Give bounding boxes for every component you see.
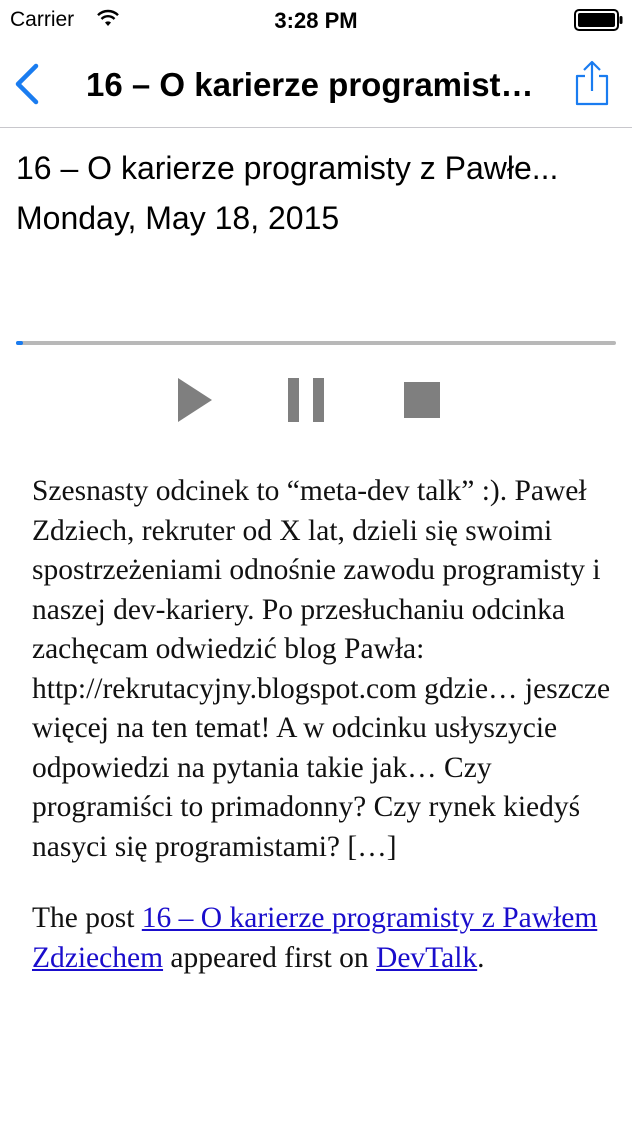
status-time: 3:28 PM: [274, 8, 358, 33]
stop-icon: [404, 382, 440, 418]
footer-suffix: .: [477, 941, 485, 974]
chevron-left-icon: [15, 63, 39, 105]
status-bar: Carrier 3:28 PM: [0, 0, 632, 40]
pause-button[interactable]: [280, 374, 332, 426]
post-footer: The post 16 – O karierze programisty z P…: [32, 899, 612, 978]
episode-title: 16 – O karierze programisty z Pawłe...: [16, 150, 559, 186]
pause-icon: [288, 378, 324, 422]
battery-icon: [574, 9, 623, 31]
description-paragraph: Szesnasty odcinek to “meta-dev talk” :).…: [32, 475, 611, 863]
nav-title: 16 – O karierze programist…: [86, 66, 534, 103]
episode-date: Monday, May 18, 2015: [16, 200, 340, 236]
progress-slider[interactable]: [16, 341, 616, 345]
devtalk-link[interactable]: DevTalk: [376, 942, 477, 974]
navigation-bar: 16 – O karierze programist…: [0, 40, 632, 128]
progress-fill: [16, 341, 23, 345]
episode-description: Szesnasty odcinek to “meta-dev talk” :).…: [32, 472, 612, 978]
share-button[interactable]: [572, 58, 612, 108]
back-button[interactable]: [6, 58, 50, 110]
footer-middle: appeared first on: [163, 941, 377, 974]
play-button[interactable]: [168, 374, 220, 426]
share-icon: [575, 60, 609, 106]
footer-prefix: The post: [32, 902, 142, 934]
play-icon: [178, 378, 212, 422]
stop-button[interactable]: [396, 374, 448, 426]
